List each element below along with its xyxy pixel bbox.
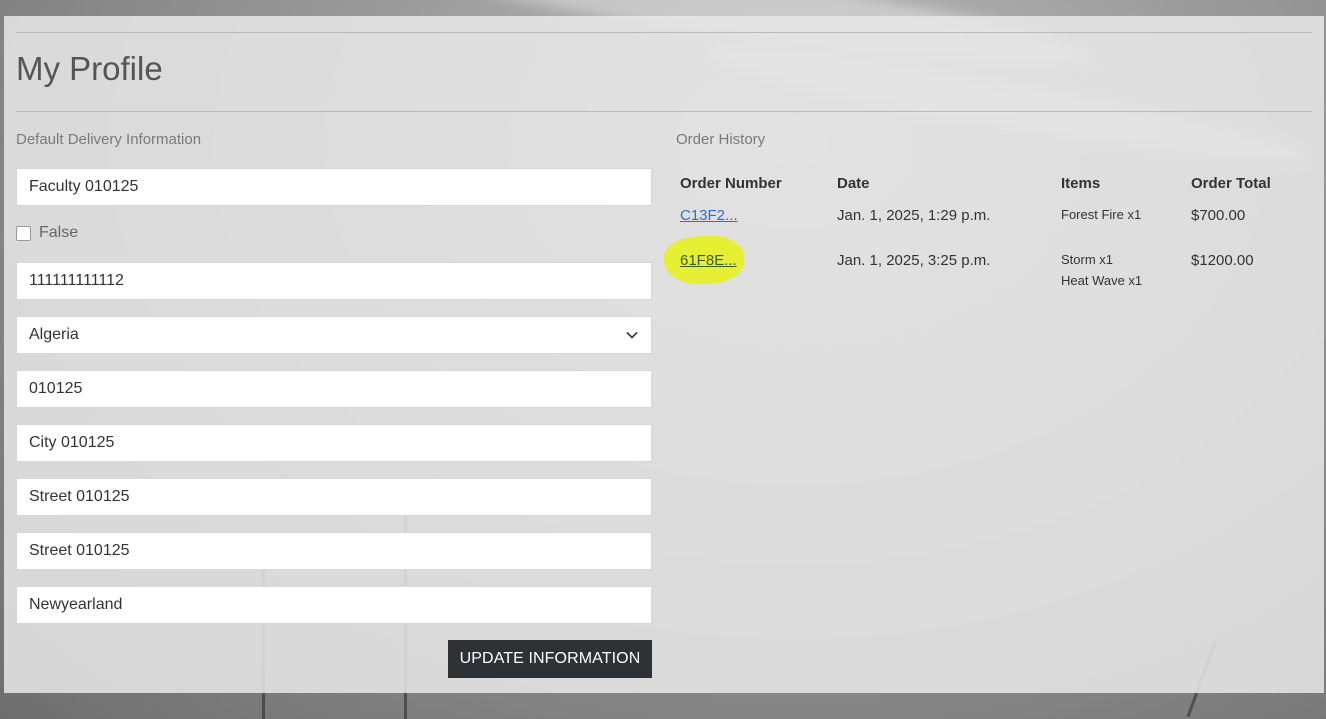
order-total: $1200.00 [1191, 252, 1254, 269]
county-input[interactable]: Newyearland [16, 586, 652, 624]
phone-number-input[interactable]: 111111111112 [16, 262, 652, 300]
order-date: Jan. 1, 2025, 1:29 p.m. [837, 207, 991, 224]
order-item: Heat Wave x1 [1061, 273, 1143, 288]
order-history-heading: Order History [676, 131, 766, 148]
column-header-order-number: Order Number [680, 175, 782, 192]
order-number-link[interactable]: C13F2... [680, 207, 738, 224]
full-name-input[interactable]: Faculty 010125 [16, 168, 652, 206]
order-item: Forest Fire x1 [1061, 207, 1142, 222]
order-number-link[interactable]: 61F8E... [680, 252, 737, 269]
postcode-input[interactable]: 010125 [16, 370, 652, 408]
column-header-items: Items [1061, 175, 1101, 192]
street-address1-input[interactable]: Street 010125 [16, 478, 652, 516]
update-information-button[interactable]: UPDATE INFORMATION [448, 640, 652, 678]
order-item: Storm x1 [1061, 252, 1114, 267]
country-select-value: Algeria [29, 326, 79, 343]
title-divider [16, 111, 1312, 112]
save-info-checkbox[interactable] [16, 225, 31, 241]
order-total: $700.00 [1191, 207, 1246, 224]
top-divider [16, 32, 1312, 33]
column-header-order-total: Order Total [1191, 175, 1271, 192]
street-address2-input[interactable]: Street 010125 [16, 532, 652, 570]
profile-panel: My Profile Default Delivery Information … [4, 16, 1324, 693]
highlighted-order-cell: 61F8E... [662, 233, 746, 287]
order-date: Jan. 1, 2025, 3:25 p.m. [837, 252, 991, 269]
chevron-down-icon [626, 331, 638, 339]
delivery-heading: Default Delivery Information [16, 131, 202, 148]
country-select[interactable]: Algeria [16, 316, 652, 354]
town-or-city-input[interactable]: City 010125 [16, 424, 652, 462]
checkbox-label: False [39, 224, 79, 241]
page-title: My Profile [16, 50, 163, 87]
column-header-date: Date [837, 175, 870, 192]
save-info-checkbox-row[interactable]: False [16, 224, 78, 242]
